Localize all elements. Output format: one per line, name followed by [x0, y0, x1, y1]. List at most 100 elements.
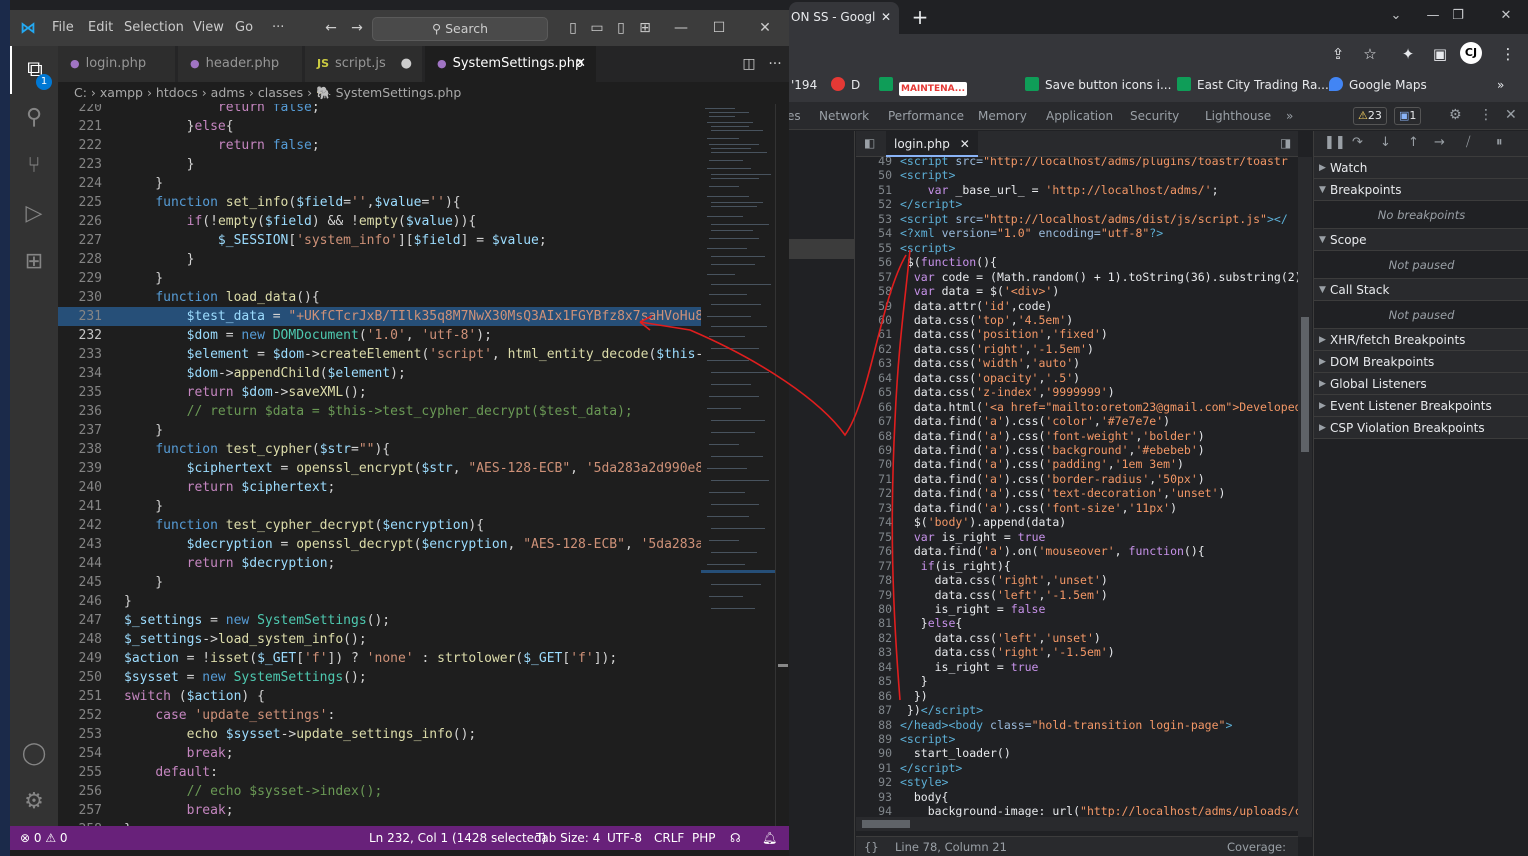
notifications-bell-icon[interactable]: 🔔︎ [762, 826, 777, 850]
code-line[interactable]: 252 case 'update_settings': [58, 706, 701, 725]
bookmark-item[interactable]: '194 [791, 75, 817, 95]
breakpoints-section[interactable]: ▼ Breakpoints [1314, 179, 1528, 201]
encoding-status[interactable]: UTF-8 [607, 826, 642, 850]
close-window-icon[interactable]: ✕ [754, 18, 776, 38]
source-line[interactable]: 78 data.css('right','unset') [856, 573, 1296, 587]
source-line[interactable]: 67 data.find('a').css('color','#7e7e7e') [856, 414, 1296, 428]
code-line[interactable]: 228 } [58, 250, 701, 269]
source-code-view[interactable]: 49 <script src="http://localhost/adms/plu… [856, 157, 1298, 817]
source-line[interactable]: 91 </script> [856, 761, 1296, 775]
source-line[interactable]: 82 data.css('left','unset') [856, 631, 1296, 645]
source-line[interactable]: 90 start_loader() [856, 746, 1296, 760]
close-tab-icon[interactable]: ✕ [575, 46, 586, 82]
devtools-tab[interactable]: Network [819, 109, 869, 123]
close-window-icon[interactable]: ✕ [1484, 4, 1528, 28]
source-line[interactable]: 83 data.css('right','-1.5em') [856, 645, 1296, 659]
code-line[interactable]: 251 switch ($action) { [58, 687, 701, 706]
source-line[interactable]: 64 data.css('opacity','.5') [856, 371, 1296, 385]
global-listeners-section[interactable]: ▶ Global Listeners [1314, 373, 1528, 395]
tab-header-php[interactable]: ● header.php [178, 46, 303, 82]
devtools-tab[interactable]: Memory [978, 109, 1027, 123]
extensions-icon[interactable]: ⊞ [10, 238, 58, 286]
code-line[interactable]: 240 return $ciphertext; [58, 478, 701, 497]
csp-violation-breakpoints-section[interactable]: ▶ CSP Violation Breakpoints [1314, 417, 1528, 439]
code-line[interactable]: 221 }else{ [58, 117, 701, 136]
code-line[interactable]: 255 default: [58, 763, 701, 782]
code-line[interactable]: 239 $ciphertext = openssl_encrypt($str, … [58, 459, 701, 478]
code-line[interactable]: 230 function load_data(){ [58, 288, 701, 307]
code-editor[interactable]: 220 return false; 221 }else{222 return fa… [58, 104, 701, 826]
code-line[interactable]: 232 $dom = new DOMDocument('1.0', 'utf-8… [58, 326, 701, 345]
code-line[interactable]: 237 } [58, 421, 701, 440]
chrome-tab[interactable]: ON SS - Googl ✕ [789, 2, 899, 34]
event-listener-breakpoints-section[interactable]: ▶ Event Listener Breakpoints [1314, 395, 1528, 417]
code-line[interactable]: 248 $_settings->load_system_info(); [58, 630, 701, 649]
code-line[interactable]: 229 } [58, 269, 701, 288]
manage-gear-icon[interactable]: ⚙ [10, 778, 58, 826]
minimap[interactable] [701, 104, 775, 826]
source-line[interactable]: 86 }) [856, 689, 1296, 703]
source-tab[interactable]: login.php ✕ [886, 131, 978, 157]
new-tab-button[interactable]: + [907, 4, 933, 30]
source-line[interactable]: 74 $('body').append(data) [856, 515, 1296, 529]
code-line[interactable]: 235 return $dom->saveXML(); [58, 383, 701, 402]
code-line[interactable]: 245 } [58, 573, 701, 592]
source-line[interactable]: 73 data.find('a').css('font-size','11px'… [856, 501, 1296, 515]
code-line[interactable]: 220 return false; [58, 104, 701, 117]
menu-more[interactable]: ··· [272, 20, 284, 35]
explorer-icon[interactable]: ⧉ 1 [10, 46, 58, 94]
more-bookmarks-button[interactable]: » [1497, 75, 1504, 95]
devtools-tab[interactable]: es [787, 109, 801, 123]
source-line[interactable]: 87 })</script> [856, 703, 1296, 717]
devtools-tab[interactable]: Performance [888, 109, 964, 123]
tab-systemsettings-php[interactable]: ● SystemSettings.php ✕ [425, 46, 597, 82]
source-line[interactable]: 94 background-image: url("http://localho… [856, 804, 1298, 817]
run-debug-icon[interactable]: ▷ [10, 190, 58, 238]
toggle-secondary-sidebar-icon[interactable]: ▯ [610, 18, 632, 38]
code-line[interactable]: 236 // return $data = $this->test_cypher… [58, 402, 701, 421]
xhr-breakpoints-section[interactable]: ▶ XHR/fetch Breakpoints [1314, 329, 1528, 351]
source-line[interactable]: 75 var is_right = true [856, 530, 1296, 544]
editor-scrollbar[interactable] [775, 104, 789, 826]
source-line[interactable]: 80 is_right = false [856, 602, 1296, 616]
source-line[interactable]: 71 data.find('a').css('border-radius','5… [856, 472, 1296, 486]
call-stack-section[interactable]: ▼ Call Stack [1314, 279, 1528, 301]
breadcrumb[interactable]: C: › xampp › htdocs › adms › classes › 🐘… [58, 82, 789, 104]
step-icon[interactable]: → [1434, 135, 1445, 150]
deactivate-breakpoints-icon[interactable]: ⧸ [1466, 135, 1470, 150]
source-line[interactable]: 55 <script> [856, 241, 1296, 255]
source-line[interactable]: 50 <script> [856, 168, 1296, 182]
code-line[interactable]: 234 $dom->appendChild($element); [58, 364, 701, 383]
pause-icon[interactable]: ❚❚ [1324, 135, 1346, 150]
source-line[interactable]: 56 $(function(){ [856, 255, 1296, 269]
source-line[interactable]: 84 is_right = true [856, 660, 1296, 674]
code-line[interactable]: 238 function test_cypher($str=""){ [58, 440, 701, 459]
dom-breakpoints-section[interactable]: ▶ DOM Breakpoints [1314, 351, 1528, 373]
navigator-selected-row[interactable] [789, 239, 855, 259]
source-line[interactable]: 79 data.css('left','-1.5em') [856, 588, 1296, 602]
code-line[interactable]: 226 if(!empty($field) && !empty($value))… [58, 212, 701, 231]
step-over-icon[interactable]: ↷ [1352, 135, 1363, 150]
source-line[interactable]: 88 </head><body class="hold-transition lo… [856, 718, 1296, 732]
code-line[interactable]: 243 $decryption = openssl_decrypt($encry… [58, 535, 701, 554]
code-line[interactable]: 242 function test_cypher_decrypt($encryp… [58, 516, 701, 535]
code-line[interactable]: 227 $_SESSION['system_info'][$field] = $… [58, 231, 701, 250]
horizontal-scrollbar[interactable] [856, 817, 1298, 831]
source-line[interactable]: 92 <style> [856, 775, 1296, 789]
customize-layout-icon[interactable]: ⊞ [634, 18, 656, 38]
problems-status[interactable]: ⊗ 0 ⚠ 0 [20, 826, 68, 850]
source-line[interactable]: 52 </script> [856, 197, 1296, 211]
source-line[interactable]: 76 data.find('a').on('mouseover', functi… [856, 544, 1296, 558]
source-line[interactable]: 81 }else{ [856, 616, 1296, 630]
scrollbar-thumb[interactable] [1301, 317, 1309, 452]
bookmark-item[interactable]: East City Trading Ra... [1177, 75, 1329, 95]
toggle-sidebar-icon[interactable]: ▯ [562, 18, 584, 38]
source-line[interactable]: 58 var data = $('<div>') [856, 284, 1296, 298]
menu-view[interactable]: View [193, 20, 224, 35]
messages-badge[interactable]: ▣1 [1394, 107, 1422, 125]
source-line[interactable]: 70 data.find('a').css('padding','1em 3em… [856, 457, 1296, 471]
step-out-icon[interactable]: ↑ [1408, 135, 1419, 150]
share-icon[interactable]: ⇪ [1327, 43, 1349, 65]
menu-edit[interactable]: Edit [88, 20, 113, 35]
code-line[interactable]: 254 break; [58, 744, 701, 763]
